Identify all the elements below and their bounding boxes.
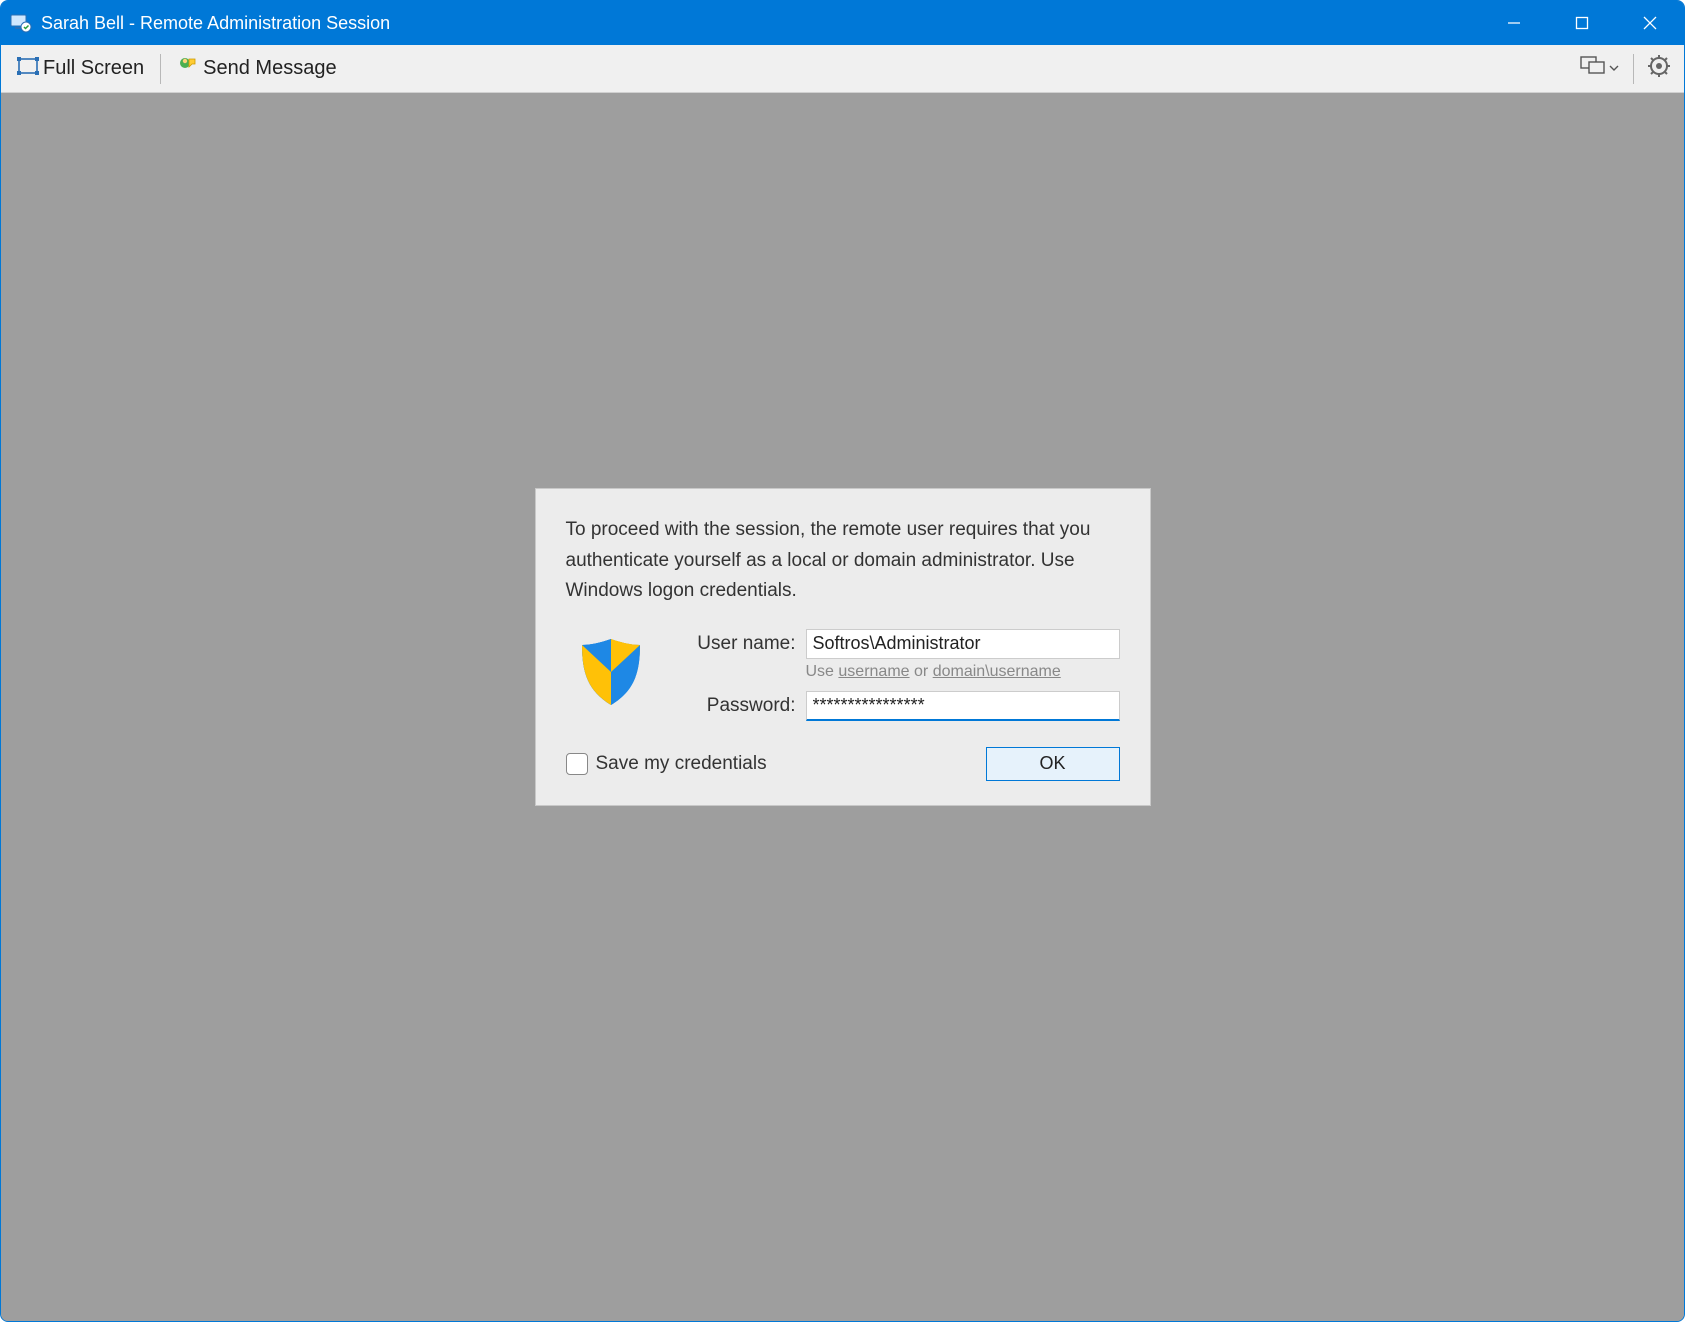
maximize-button[interactable]: [1548, 1, 1616, 45]
monitors-dropdown-button[interactable]: [1574, 52, 1625, 85]
titlebar: Sarah Bell - Remote Administration Sessi…: [1, 1, 1684, 45]
settings-button[interactable]: [1642, 51, 1676, 86]
full-screen-button[interactable]: Full Screen: [9, 51, 152, 87]
toolbar-separator: [160, 54, 161, 84]
save-credentials-checkbox[interactable]: Save my credentials: [566, 753, 767, 775]
auth-message: To proceed with the session, the remote …: [566, 515, 1120, 606]
toolbar: Full Screen Send Message: [1, 45, 1684, 93]
window-controls: [1480, 1, 1684, 45]
app-window: Sarah Bell - Remote Administration Sessi…: [0, 0, 1685, 1322]
shield-icon: [572, 633, 650, 725]
hint-domain-link[interactable]: domain\username: [933, 663, 1061, 680]
app-icon: [9, 11, 33, 35]
hint-username-link[interactable]: username: [838, 663, 909, 680]
ok-button[interactable]: OK: [986, 747, 1120, 781]
monitors-icon: [1580, 56, 1606, 81]
password-input[interactable]: [806, 691, 1120, 721]
send-message-icon: [177, 55, 199, 83]
window-title: Sarah Bell - Remote Administration Sessi…: [41, 13, 1480, 34]
chevron-down-icon: [1609, 60, 1619, 78]
remote-desktop-area: To proceed with the session, the remote …: [1, 93, 1684, 1321]
username-input[interactable]: [806, 629, 1120, 659]
close-button[interactable]: [1616, 1, 1684, 45]
toolbar-separator-2: [1633, 54, 1634, 84]
auth-dialog: To proceed with the session, the remote …: [535, 488, 1151, 805]
username-hint: Use username or domain\username: [806, 663, 1120, 681]
send-message-label: Send Message: [203, 57, 336, 80]
password-label: Password:: [686, 695, 796, 717]
save-credentials-label: Save my credentials: [596, 753, 767, 775]
full-screen-icon: [17, 55, 39, 83]
send-message-button[interactable]: Send Message: [169, 51, 344, 87]
gear-icon: [1648, 55, 1670, 82]
checkbox-icon: [566, 753, 588, 775]
minimize-button[interactable]: [1480, 1, 1548, 45]
username-label: User name:: [686, 633, 796, 655]
full-screen-label: Full Screen: [43, 57, 144, 80]
